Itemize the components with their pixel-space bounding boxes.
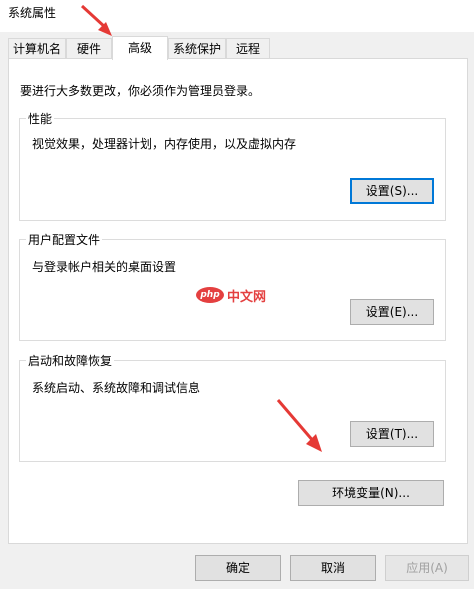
arrow-annotation-bottom-icon <box>276 399 322 452</box>
user-profiles-description: 与登录帐户相关的桌面设置 <box>32 260 177 274</box>
tab-advanced[interactable]: 高级 <box>112 36 168 60</box>
title-bar[interactable]: 系统属性 <box>0 0 474 32</box>
tab-bar: 计算机名 硬件 高级 系统保护 远程 <box>8 36 468 60</box>
ok-button[interactable]: 确定 <box>195 555 281 581</box>
watermark-text: 中文网 <box>227 289 267 305</box>
arrow-annotation-top-icon <box>80 4 112 36</box>
admin-notice: 要进行大多数更改，你必须作为管理员登录。 <box>20 84 261 98</box>
cancel-button[interactable]: 取消 <box>290 555 376 581</box>
performance-group: 性能 视觉效果，处理器计划，内存使用，以及虚拟内存 <box>19 110 446 221</box>
startup-recovery-description: 系统启动、系统故障和调试信息 <box>32 381 201 395</box>
environment-variables-button[interactable]: 环境变量(N)... <box>298 480 444 506</box>
user-profiles-group-title: 用户配置文件 <box>26 231 103 248</box>
performance-description: 视觉效果，处理器计划，内存使用，以及虚拟内存 <box>32 137 297 151</box>
system-properties-window: 系统属性 计算机名 硬件 高级 系统保护 远程 要进行大多数更改，你必须作为管理… <box>0 0 474 589</box>
apply-button[interactable]: 应用(A) <box>385 555 469 581</box>
watermark-logo: php <box>196 287 224 303</box>
performance-group-title: 性能 <box>26 110 55 127</box>
performance-settings-button[interactable]: 设置(S)... <box>350 178 434 204</box>
tab-remote[interactable]: 远程 <box>226 38 270 58</box>
tab-system-protection[interactable]: 系统保护 <box>168 38 226 58</box>
startup-recovery-settings-button[interactable]: 设置(T)... <box>350 421 434 447</box>
startup-recovery-group-title: 启动和故障恢复 <box>26 352 115 369</box>
tab-hardware[interactable]: 硬件 <box>66 38 112 58</box>
user-profiles-settings-button[interactable]: 设置(E)... <box>350 299 434 325</box>
watermark: php 中文网 <box>196 285 266 305</box>
tab-computer-name[interactable]: 计算机名 <box>8 38 66 58</box>
window-title: 系统属性 <box>8 6 57 20</box>
